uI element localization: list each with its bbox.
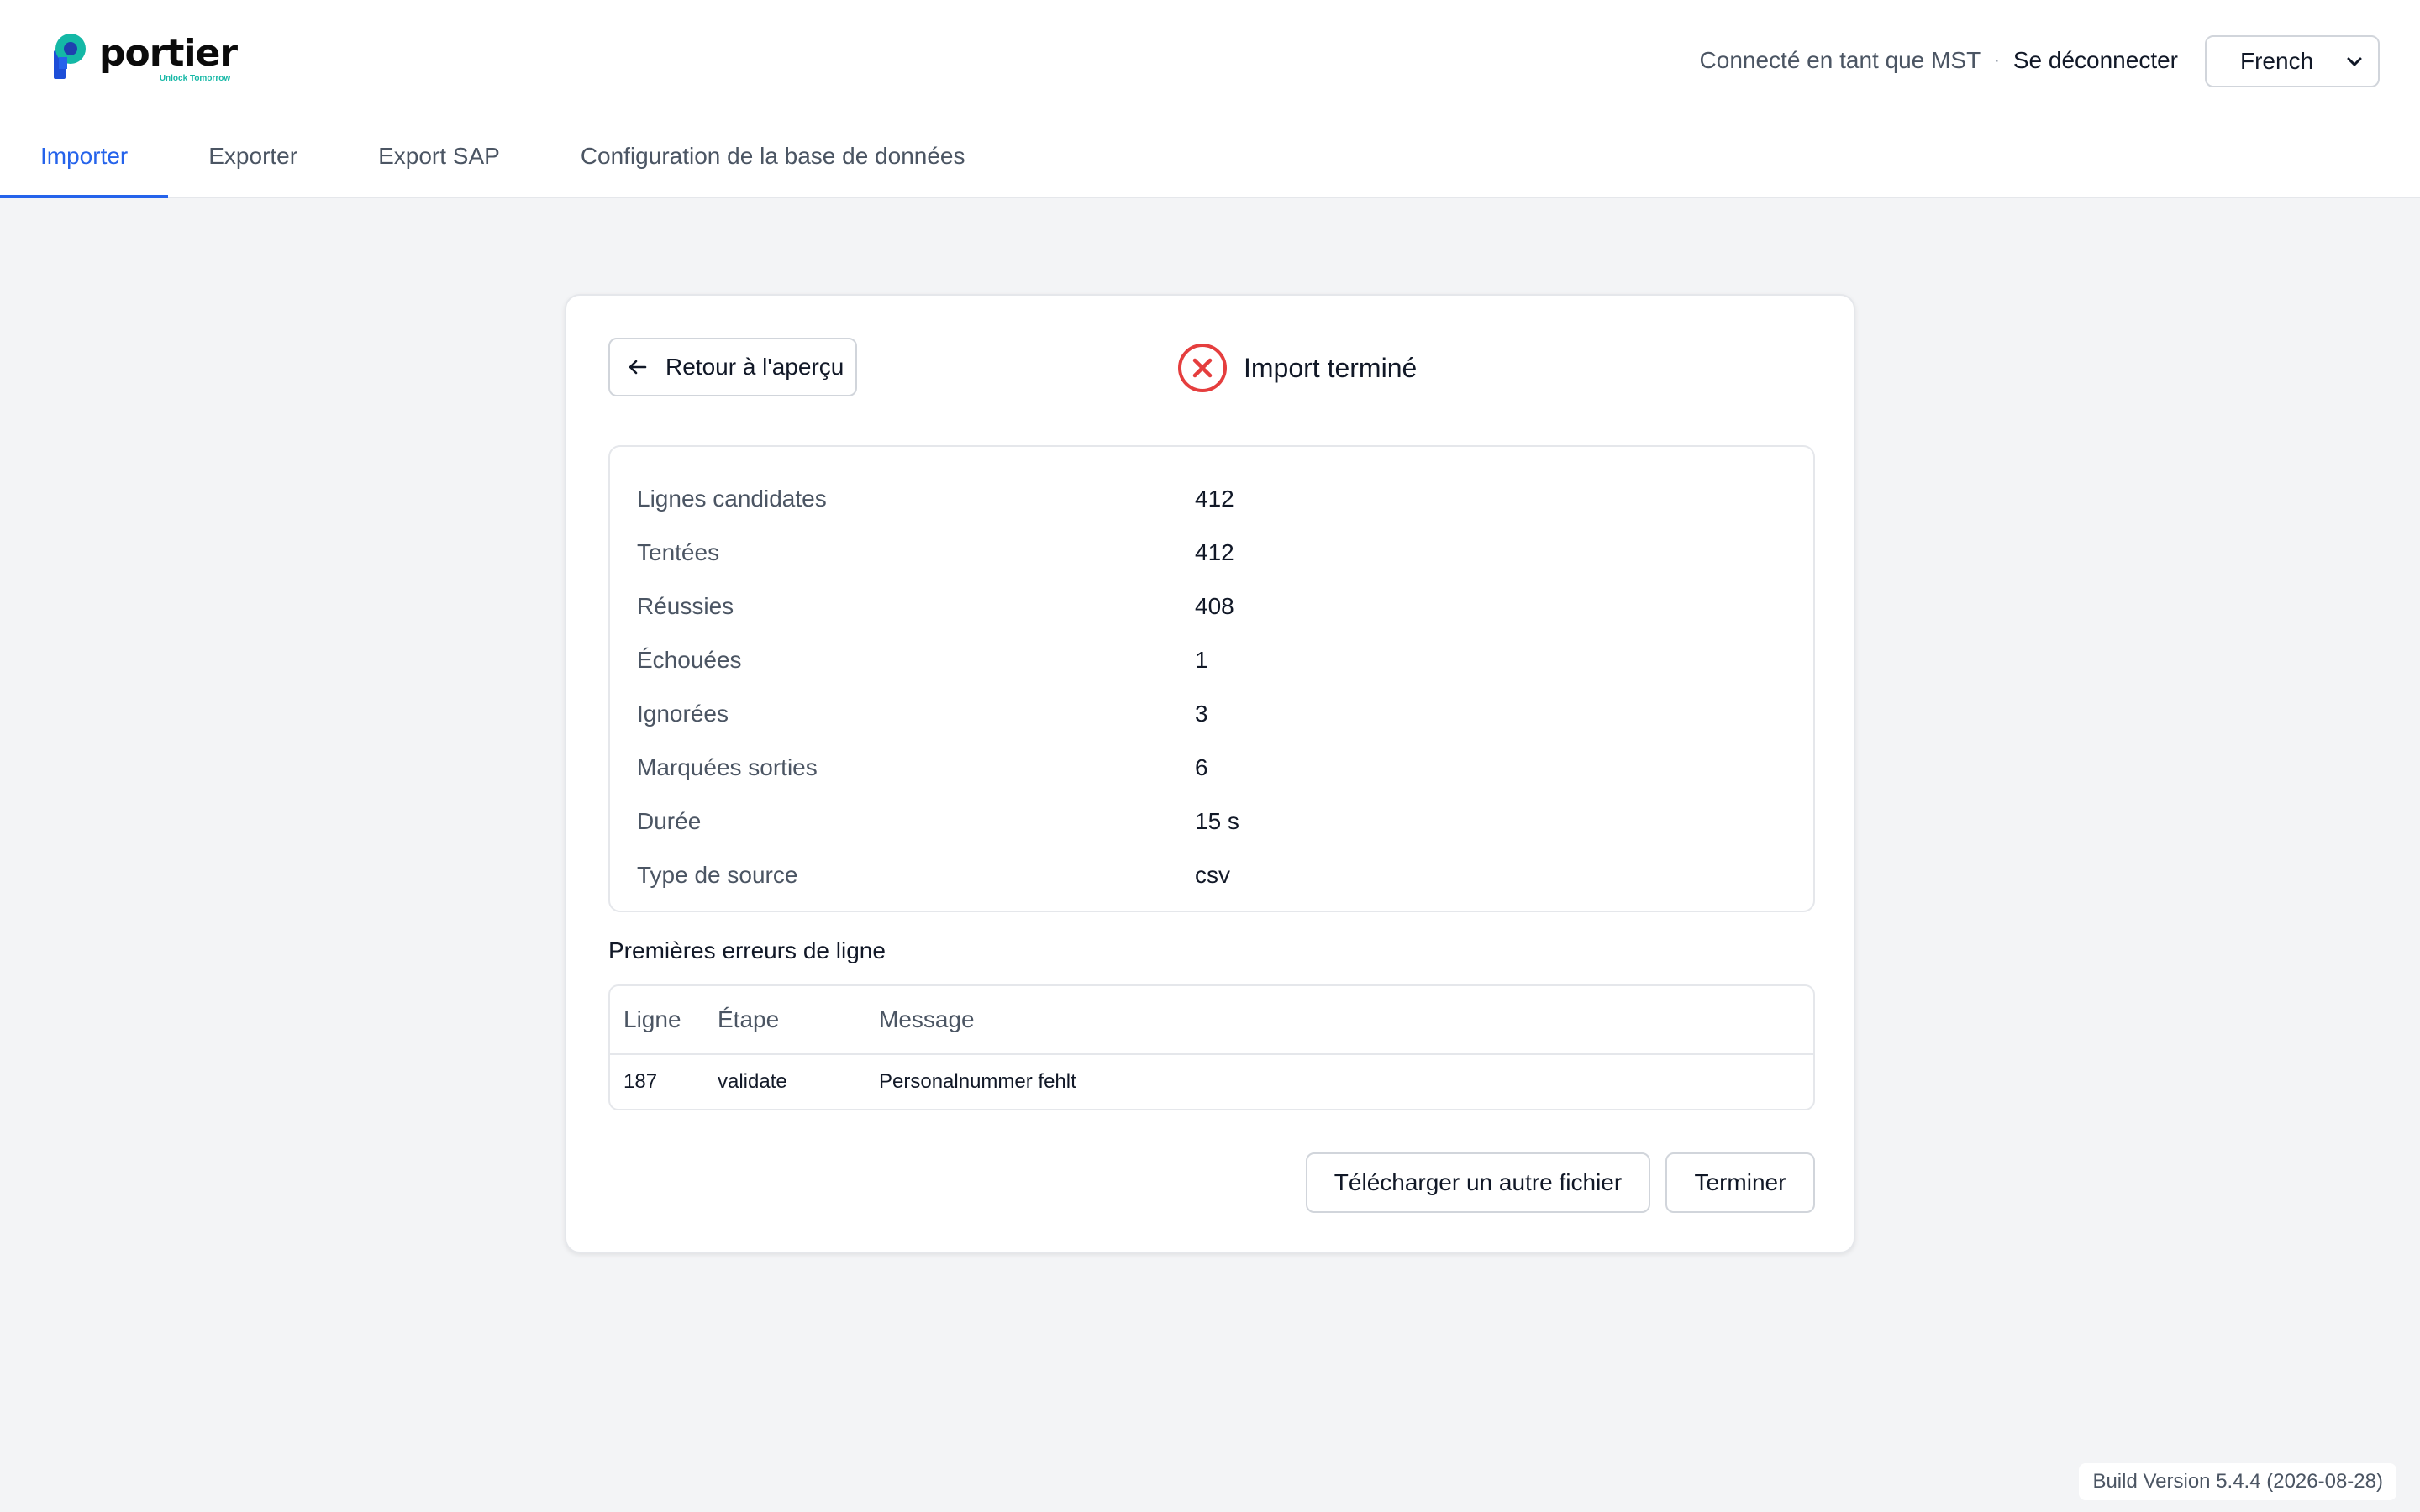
arrow-left-icon: [629, 360, 647, 375]
stat-value: 3: [1195, 701, 1208, 727]
cell-step: validate: [718, 1070, 787, 1093]
stat-row: Ignorées 3: [610, 687, 1813, 741]
stat-label: Tentées: [637, 539, 720, 565]
logout-link[interactable]: Se déconnecter: [2013, 47, 2178, 74]
stat-value: 6: [1195, 754, 1208, 780]
stat-row: Tentées 412: [610, 526, 1813, 580]
tab-database-configuration[interactable]: Configuration de la base de données: [540, 126, 1006, 198]
stat-row: Marquées sorties 6: [610, 741, 1813, 795]
table-row: 187 validate Personalnummer fehlt: [610, 1055, 1813, 1109]
language-select[interactable]: French: [2205, 35, 2380, 87]
stat-row: Réussies 408: [610, 580, 1813, 633]
stat-value: 408: [1195, 593, 1234, 619]
chevron-down-icon: [2347, 57, 2362, 66]
app-header: portier Unlock Tomorrow Connecté en tant…: [0, 0, 2420, 198]
stat-label: Lignes candidates: [637, 486, 827, 512]
import-status: Import terminé: [1176, 341, 1417, 395]
main-tabs: Importer Exporter Export SAP Configurati…: [0, 126, 1006, 198]
portier-logo[interactable]: portier Unlock Tomorrow: [52, 32, 238, 86]
row-errors-title: Premières erreurs de ligne: [608, 937, 886, 963]
column-header-line: Ligne: [623, 1006, 681, 1032]
tab-exporter[interactable]: Exporter: [168, 126, 338, 198]
stat-row: Échouées 1: [610, 633, 1813, 687]
stat-row: Lignes candidates 412: [610, 472, 1813, 526]
separator-dot: ·: [1994, 50, 2000, 70]
stat-label: Type de source: [637, 862, 798, 888]
cell-line: 187: [623, 1070, 658, 1093]
cell-message: Personalnummer fehlt: [879, 1070, 1076, 1093]
stat-label: Réussies: [637, 593, 734, 619]
portier-logo-mark-icon: [54, 34, 86, 79]
logo-tagline: Unlock Tomorrow: [159, 74, 231, 83]
user-info: Connecté en tant que MST · Se déconnecte…: [1700, 42, 2178, 79]
row-errors-table: Ligne Étape Message 187 validate Persona…: [608, 984, 1815, 1110]
tab-importer[interactable]: Importer: [0, 126, 169, 198]
stat-value: 1: [1195, 647, 1208, 673]
stat-value: 15 s: [1195, 808, 1239, 834]
finish-button[interactable]: Terminer: [1665, 1152, 1815, 1213]
tab-export-sap[interactable]: Export SAP: [338, 126, 540, 198]
column-header-step: Étape: [718, 1006, 780, 1032]
column-header-message: Message: [879, 1006, 975, 1032]
stat-label: Échouées: [637, 647, 742, 673]
upload-another-file-button[interactable]: Télécharger un autre fichier: [1306, 1152, 1650, 1213]
table-header: Ligne Étape Message: [610, 986, 1813, 1055]
stat-value: 412: [1195, 486, 1234, 512]
build-version-badge: Build Version 5.4.4 (2026-08-28): [2079, 1463, 2396, 1500]
logged-in-label: Connecté en tant que MST: [1699, 47, 1981, 73]
language-select-value: French: [2240, 48, 2314, 74]
stat-value: csv: [1195, 862, 1230, 888]
back-to-overview-button[interactable]: Retour à l'aperçu: [608, 338, 857, 396]
stat-row: Durée 15 s: [610, 795, 1813, 848]
import-stats-panel: Lignes candidates 412 Tentées 412 Réussi…: [608, 445, 1815, 912]
back-button-label: Retour à l'aperçu: [666, 354, 844, 380]
x-circle-icon: [1178, 344, 1227, 392]
stat-label: Durée: [637, 808, 702, 834]
import-result-card: Retour à l'aperçu Import terminé Lignes …: [565, 294, 1855, 1253]
logo-text: portier: [99, 32, 238, 75]
stat-label: Ignorées: [637, 701, 729, 727]
stat-label: Marquées sorties: [637, 754, 818, 780]
status-title: Import terminé: [1244, 352, 1418, 383]
stat-value: 412: [1195, 539, 1234, 565]
logo-wordmark: portier Unlock Tomorrow: [99, 32, 238, 86]
stat-row: Type de source csv: [610, 848, 1813, 902]
